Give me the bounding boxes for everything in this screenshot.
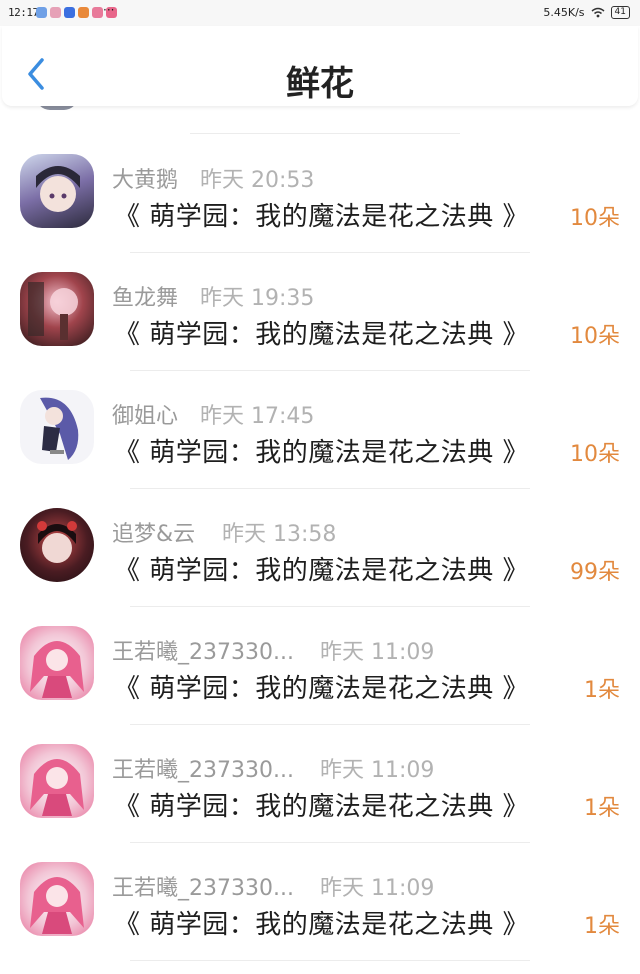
avatar-image xyxy=(28,282,78,340)
avatar[interactable] xyxy=(20,272,94,346)
avatar[interactable] xyxy=(20,862,94,936)
gift-time: 昨天 11:09 xyxy=(320,758,435,783)
network-speed: 5.45K/s xyxy=(543,6,585,19)
sender-name[interactable]: 王若曦_237330... xyxy=(112,634,294,666)
avatar[interactable] xyxy=(20,390,94,464)
flower-count: 99朵 xyxy=(570,560,620,585)
sender-name[interactable]: 追梦&云 xyxy=(112,516,195,548)
avatar-image xyxy=(37,521,77,563)
book-title: 《 萌学园：我的魔法是花之法典 》 xyxy=(114,556,530,586)
book-title: 《 萌学园：我的魔法是花之法典 》 xyxy=(114,792,530,822)
flower-count: 1朵 xyxy=(584,796,620,821)
avatar-image xyxy=(30,759,84,816)
sender-name[interactable]: 鱼龙舞 xyxy=(112,280,178,312)
book-title: 《 萌学园：我的魔法是花之法典 》 xyxy=(114,320,530,350)
book-title: 《 萌学园：我的魔法是花之法典 》 xyxy=(114,910,530,940)
divider xyxy=(130,960,530,961)
gift-time: 昨天 19:35 xyxy=(200,286,315,311)
notification-app-icon xyxy=(64,7,75,18)
book-title: 《 萌学园：我的魔法是花之法典 》 xyxy=(114,438,530,468)
notification-app-icon xyxy=(92,7,103,18)
list-item[interactable]: 大黄鹅 昨天 20:53 《 萌学园：我的魔法是花之法典 》 10朵 xyxy=(0,118,640,236)
list-item[interactable]: 追梦&云 昨天 13:58 《 萌学园：我的魔法是花之法典 》 99朵 xyxy=(0,472,640,590)
flower-count: 1朵 xyxy=(584,914,620,939)
flower-count: 10朵 xyxy=(570,442,620,467)
avatar-image xyxy=(30,641,84,698)
flower-count: 1朵 xyxy=(584,678,620,703)
status-right: 5.45K/s 41 xyxy=(543,6,630,19)
gift-time: 昨天 17:45 xyxy=(200,404,315,429)
battery-icon: 41 xyxy=(610,6,630,19)
avatar[interactable] xyxy=(20,744,94,818)
list-item[interactable]: 鱼龙舞 昨天 19:35 《 萌学园：我的魔法是花之法典 》 10朵 xyxy=(0,236,640,354)
flower-count: 10朵 xyxy=(570,324,620,349)
gift-time: 昨天 13:58 xyxy=(222,522,337,547)
book-title: 《 萌学园：我的魔法是花之法典 》 xyxy=(114,674,530,704)
list-item[interactable]: 御姐心 昨天 17:45 《 萌学园：我的魔法是花之法典 》 10朵 xyxy=(0,354,640,472)
notification-app-icon xyxy=(78,7,89,18)
avatar-image xyxy=(30,877,84,934)
gift-time: 昨天 11:09 xyxy=(320,876,435,901)
avatar-image xyxy=(40,397,79,460)
sender-name[interactable]: 大黄鹅 xyxy=(112,162,178,194)
list-item[interactable]: 王若曦_237330... 昨天 11:09 《 萌学园：我的魔法是花之法典 》… xyxy=(0,708,640,826)
sender-name[interactable]: 王若曦_237330... xyxy=(112,870,294,902)
page-title: 鲜花 xyxy=(286,64,354,104)
avatar-image xyxy=(36,166,80,212)
avatar[interactable] xyxy=(20,626,94,700)
nav-bar: 鲜花 xyxy=(2,26,638,106)
wifi-icon xyxy=(591,7,605,18)
more-notifications-icon: ··· xyxy=(103,3,115,17)
avatar[interactable] xyxy=(20,508,94,582)
flower-count: 10朵 xyxy=(570,206,620,231)
status-bar: 12:17 ··· 5.45K/s 41 xyxy=(0,0,640,26)
gift-time: 昨天 20:53 xyxy=(200,168,315,193)
gift-time: 昨天 11:09 xyxy=(320,640,435,665)
book-title: 《 萌学园：我的魔法是花之法典 》 xyxy=(114,202,530,232)
status-time: 12:17 xyxy=(8,6,39,19)
notification-app-icon xyxy=(50,7,61,18)
list-item[interactable]: 王若曦_237330... 昨天 11:09 《 萌学园：我的魔法是花之法典 》… xyxy=(0,826,640,944)
sender-name[interactable]: 王若曦_237330... xyxy=(112,752,294,784)
avatar[interactable] xyxy=(20,154,94,228)
list-item[interactable]: 王若曦_237330... 昨天 11:09 《 萌学园：我的魔法是花之法典 》… xyxy=(0,590,640,708)
notification-app-icon xyxy=(36,7,47,18)
sender-name[interactable]: 御姐心 xyxy=(112,398,178,430)
